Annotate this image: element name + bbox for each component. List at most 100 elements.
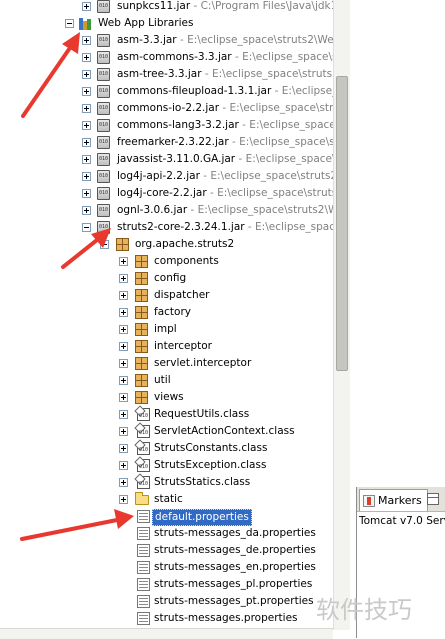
- tab-markers[interactable]: Markers: [359, 489, 428, 511]
- tree-item-label: ServletActionContext.class: [154, 423, 295, 440]
- tree-row-jar[interactable]: asm-commons-3.3.jar - E:\eclipse_space\s…: [0, 49, 333, 66]
- tree-row-jar[interactable]: asm-3.3.jar - E:\eclipse_space\struts2\W…: [0, 32, 333, 49]
- tree-item-label: static: [154, 491, 183, 508]
- tree-row-class[interactable]: StrutsException.class: [0, 457, 333, 474]
- tree-item-label: log4j-core-2.2.jar - E:\eclipse_space\st…: [117, 185, 333, 202]
- tree-row-jar[interactable]: commons-fileupload-1.3.1.jar - E:\eclips…: [0, 83, 333, 100]
- expand-icon[interactable]: [119, 308, 128, 317]
- tree-row-class[interactable]: StrutsStatics.class: [0, 474, 333, 491]
- expand-icon[interactable]: [82, 121, 91, 130]
- expand-icon[interactable]: [119, 342, 128, 351]
- expand-icon[interactable]: [119, 427, 128, 436]
- item-path: - C:\Program Files\Java\jdk1.6: [190, 0, 333, 12]
- expand-icon[interactable]: [119, 444, 128, 453]
- expand-icon[interactable]: [82, 138, 91, 147]
- tree-row-subpackage[interactable]: interceptor: [0, 338, 333, 355]
- properties-file-icon: [137, 510, 150, 523]
- tree-row-class[interactable]: RequestUtils.class: [0, 406, 333, 423]
- tree-row-properties-file[interactable]: struts-messages_en.properties: [0, 559, 333, 576]
- tree-row-jar[interactable]: log4j-api-2.2.jar - E:\eclipse_space\str…: [0, 168, 333, 185]
- scrollbar-thumb[interactable]: [336, 76, 348, 371]
- expand-icon[interactable]: [82, 189, 91, 198]
- collapse-icon[interactable]: [100, 240, 109, 249]
- tree-row-class[interactable]: StrutsConstants.class: [0, 440, 333, 457]
- tree-row-struts2-core[interactable]: struts2-core-2.3.24.1.jar - E:\eclipse_s…: [0, 219, 333, 236]
- item-name: org.apache.struts2: [135, 238, 235, 250]
- item-name: StrutsConstants.class: [154, 442, 268, 454]
- expand-icon[interactable]: [82, 155, 91, 164]
- tree-row-subpackage[interactable]: dispatcher: [0, 287, 333, 304]
- expand-icon[interactable]: [119, 393, 128, 402]
- expand-icon[interactable]: [119, 359, 128, 368]
- tree-row-jar[interactable]: freemarker-2.3.22.jar - E:\eclipse_space…: [0, 134, 333, 151]
- item-path: - E:\eclipse_space\stru: [242, 119, 333, 131]
- tree-row-properties-file[interactable]: struts-messages_de.properties: [0, 542, 333, 559]
- expand-icon[interactable]: [119, 257, 128, 266]
- tree-item-label: config: [154, 270, 186, 287]
- tree-row-subpackage[interactable]: factory: [0, 304, 333, 321]
- tree-row-jar[interactable]: commons-lang3-3.2.jar - E:\eclipse_space…: [0, 117, 333, 134]
- tree-row-subpackage[interactable]: impl: [0, 321, 333, 338]
- tree-row-jar[interactable]: asm-tree-3.3.jar - E:\eclipse_space\stru…: [0, 66, 333, 83]
- expand-icon[interactable]: [82, 70, 91, 79]
- expand-icon[interactable]: [119, 478, 128, 487]
- package-icon: [135, 255, 148, 268]
- jar-icon: [97, 119, 110, 132]
- tree-row-properties-file[interactable]: default.properties: [0, 508, 333, 526]
- properties-tab-icon[interactable]: [427, 493, 439, 505]
- item-name: servlet.interceptor: [154, 357, 252, 369]
- project-explorer-tree[interactable]: sunpkcs11.jar - C:\Program Files\Java\jd…: [0, 0, 333, 638]
- expand-icon[interactable]: [82, 172, 91, 181]
- expand-icon[interactable]: [119, 325, 128, 334]
- markers-tab-label: Markers: [378, 494, 422, 507]
- item-path: - E:\eclipse_space\struts2: [222, 102, 333, 114]
- expand-icon[interactable]: [82, 2, 91, 11]
- item-path: - E:\eclipse_space\struts2\Wel: [187, 204, 333, 216]
- item-name: log4j-core-2.2.jar: [117, 187, 207, 199]
- tree-row-subpackage[interactable]: config: [0, 270, 333, 287]
- horizontal-scrollbar[interactable]: [0, 628, 333, 639]
- expand-icon[interactable]: [119, 376, 128, 385]
- markers-icon: [363, 495, 375, 507]
- tree-item-label: sunpkcs11.jar - C:\Program Files\Java\jd…: [117, 0, 333, 15]
- item-name: log4j-api-2.2.jar: [117, 170, 200, 182]
- expand-icon[interactable]: [119, 495, 128, 504]
- tree-row-jar[interactable]: commons-io-2.2.jar - E:\eclipse_space\st…: [0, 100, 333, 117]
- tree-row-jar[interactable]: javassist-3.11.0.GA.jar - E:\eclipse_spa…: [0, 151, 333, 168]
- tree-item-label: components: [154, 253, 219, 270]
- tree-row-jar[interactable]: ognl-3.0.6.jar - E:\eclipse_space\struts…: [0, 202, 333, 219]
- collapse-icon[interactable]: [82, 223, 91, 232]
- vertical-scrollbar[interactable]: [333, 0, 350, 630]
- tree-row-subpackage[interactable]: util: [0, 372, 333, 389]
- tree-row-web-app-libraries[interactable]: Web App Libraries: [0, 15, 333, 32]
- expand-icon[interactable]: [82, 206, 91, 215]
- package-icon: [135, 374, 148, 387]
- expand-icon[interactable]: [119, 461, 128, 470]
- expand-icon[interactable]: [119, 274, 128, 283]
- item-name: asm-commons-3.3.jar: [117, 51, 232, 63]
- tree-row-properties-file[interactable]: struts-messages_pl.properties: [0, 576, 333, 593]
- expand-icon[interactable]: [82, 36, 91, 45]
- jar-icon: [97, 102, 110, 115]
- tree-row-jar[interactable]: log4j-core-2.2.jar - E:\eclipse_space\st…: [0, 185, 333, 202]
- tree-row-package[interactable]: org.apache.struts2: [0, 236, 333, 253]
- expand-icon[interactable]: [119, 291, 128, 300]
- tree-row-folder[interactable]: static: [0, 491, 333, 508]
- expand-icon[interactable]: [82, 87, 91, 96]
- jar-icon: [97, 85, 110, 98]
- expand-icon[interactable]: [82, 53, 91, 62]
- tree-row-class[interactable]: ServletActionContext.class: [0, 423, 333, 440]
- tree-row-properties-file[interactable]: struts-messages_pt.properties: [0, 593, 333, 610]
- tree-row-subpackage[interactable]: components: [0, 253, 333, 270]
- tree-row-jar[interactable]: sunpkcs11.jar - C:\Program Files\Java\jd…: [0, 0, 333, 15]
- item-name: dispatcher: [154, 289, 210, 301]
- server-entry[interactable]: Tomcat v7.0 Serve: [359, 515, 445, 527]
- tree-row-subpackage[interactable]: servlet.interceptor: [0, 355, 333, 372]
- jar-icon: [97, 221, 110, 234]
- tree-row-properties-file[interactable]: struts-messages_da.properties: [0, 525, 333, 542]
- expand-icon[interactable]: [82, 104, 91, 113]
- tree-row-properties-file[interactable]: struts-messages.properties: [0, 610, 333, 627]
- tree-row-subpackage[interactable]: views: [0, 389, 333, 406]
- expand-icon[interactable]: [119, 410, 128, 419]
- collapse-icon[interactable]: [65, 19, 74, 28]
